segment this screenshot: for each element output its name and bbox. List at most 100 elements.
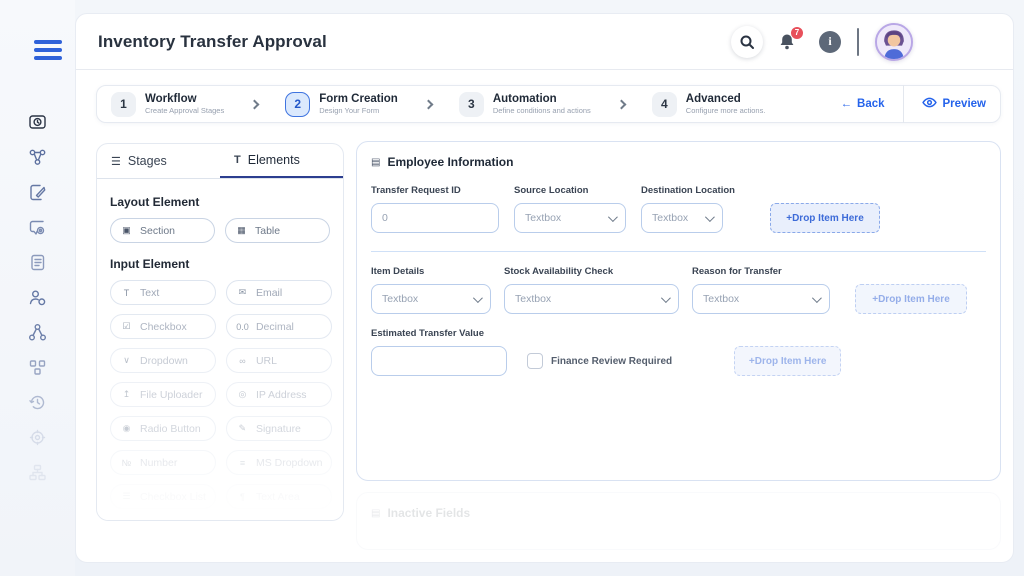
preview-button[interactable]: Preview	[921, 97, 986, 111]
text-area-icon: ¶	[240, 491, 245, 502]
layout-element-heading: Layout Element	[110, 195, 200, 209]
element-chip-ip-address[interactable]: ◎ IP Address	[225, 382, 333, 407]
field-label-item-details: Item Details	[371, 266, 425, 277]
element-chip-faded[interactable]	[225, 518, 333, 520]
multiselect-dropdown-icon: ≡	[239, 457, 246, 468]
org-chart-icon[interactable]	[28, 462, 48, 482]
user-avatar[interactable]	[875, 22, 913, 61]
topbar: Inventory Transfer Approval 7 i	[76, 14, 1013, 70]
step-workflow[interactable]: 1 Workflow Create Approval Stages	[111, 91, 224, 117]
text-icon: T	[123, 287, 130, 298]
section-icon: ▣	[122, 225, 131, 235]
text-type-icon: T	[234, 154, 241, 166]
step-form-creation[interactable]: 2 Form Creation Design Your Form	[285, 91, 398, 117]
modules-icon[interactable]	[28, 357, 48, 377]
element-chip-decimal[interactable]: 0.0 Decimal	[225, 314, 333, 339]
faded-next-section: ▤ Inactive Fields	[356, 492, 1001, 550]
source-location-select[interactable]: Textbox	[514, 203, 626, 233]
section-title: Employee Information	[387, 155, 514, 169]
chevron-down-icon	[704, 211, 715, 222]
element-chip-checkbox[interactable]: ☑ Checkbox	[110, 314, 216, 339]
field-label-transfer-request-id: Transfer Request ID	[371, 185, 461, 196]
tab-elements[interactable]: T Elements	[220, 144, 343, 178]
element-chip-table[interactable]: ▦ Table	[225, 218, 330, 243]
chevron-down-icon	[660, 292, 671, 303]
field-label-reason-for-transfer: Reason for Transfer	[692, 266, 782, 277]
field-label-destination-location: Destination Location	[641, 185, 735, 196]
item-details-select[interactable]: Textbox	[371, 284, 491, 314]
element-palette-panel: ☰ Stages T Elements Layout Element ▣ Sec…	[96, 143, 344, 521]
number-icon: №	[121, 457, 132, 468]
drop-zone[interactable]: +Drop Item Here	[770, 203, 880, 233]
stock-availability-check-select[interactable]: Textbox	[504, 284, 679, 314]
chevron-down-icon	[472, 292, 483, 303]
ip-address-icon: ◎	[238, 389, 247, 399]
notifications-bell-icon[interactable]: 7	[777, 25, 804, 52]
arrow-left-icon: ←	[840, 98, 853, 110]
element-chip-dropdown[interactable]: ∨ Dropdown	[110, 348, 216, 373]
notification-badge: 7	[790, 25, 804, 40]
page-title: Inventory Transfer Approval	[98, 31, 327, 51]
chevron-down-icon	[811, 292, 822, 303]
link-icon: ∞	[239, 355, 246, 366]
step-advanced[interactable]: 4 Advanced Configure more actions.	[651, 91, 765, 117]
eye-icon	[921, 97, 937, 111]
section-header-icon: ▤	[371, 507, 381, 519]
row-divider	[371, 251, 986, 252]
chevron-down-icon	[607, 211, 618, 222]
decimal-icon: 0.0	[236, 321, 249, 332]
form-canvas: ▤ Employee Information Transfer Request …	[356, 141, 1001, 481]
element-chip-file-uploader[interactable]: ↥ File Uploader	[110, 382, 216, 407]
dropdown-icon: ∨	[123, 355, 130, 365]
topbar-divider	[857, 27, 859, 56]
element-chip-text-area[interactable]: ¶ Text Area	[225, 484, 333, 509]
element-chip-radio-button[interactable]: ◉ Radio Button	[110, 416, 216, 441]
dashboard-icon[interactable]	[28, 112, 48, 132]
user-settings-icon[interactable]	[28, 287, 48, 307]
hamburger-menu-icon[interactable]	[34, 40, 62, 64]
finance-review-label: Finance Review Required	[551, 355, 673, 367]
file-upload-icon: ↥	[122, 389, 131, 399]
element-chip-email[interactable]: ✉ Email	[225, 280, 333, 305]
hierarchy-icon[interactable]	[28, 322, 48, 342]
back-button[interactable]: ← Back	[841, 98, 885, 110]
field-label-stock-availability-check: Stock Availability Check	[504, 266, 614, 277]
rail-icon-list	[0, 112, 75, 482]
step-automation[interactable]: 3 Automation Define conditions and actio…	[458, 91, 591, 117]
element-chip-checkbox-list[interactable]: ☰ Checkbox List	[110, 484, 216, 509]
drop-zone[interactable]: +Drop Item Here	[734, 346, 842, 376]
element-chip-number[interactable]: № Number	[110, 450, 216, 475]
stages-list-icon: ☰	[111, 155, 121, 168]
settings-icon[interactable]	[28, 427, 48, 447]
faded-section-title: Inactive Fields	[387, 506, 471, 520]
form-edit-icon[interactable]	[28, 182, 48, 202]
info-icon[interactable]: i	[819, 30, 841, 53]
finance-review-checkbox[interactable]	[527, 353, 543, 369]
section-header-icon: ▤	[371, 156, 381, 168]
estimated-transfer-value-input[interactable]	[371, 346, 507, 376]
drop-zone[interactable]: +Drop Item Here	[855, 284, 967, 314]
element-chip-faded[interactable]	[110, 518, 216, 520]
checkbox-list-icon: ☰	[122, 491, 131, 501]
element-chip-section[interactable]: ▣ Section	[110, 218, 215, 243]
workflow-icon[interactable]	[28, 147, 48, 167]
history-icon[interactable]	[28, 392, 48, 412]
chevron-right-icon	[616, 99, 627, 109]
search-icon[interactable]	[731, 25, 763, 58]
element-chip-ms-dropdown[interactable]: ≡ MS Dropdown	[225, 450, 333, 475]
input-element-heading: Input Element	[110, 257, 190, 271]
chat-settings-icon[interactable]	[28, 217, 48, 237]
chevron-right-icon	[249, 99, 260, 109]
tab-stages[interactable]: ☰ Stages	[97, 144, 220, 178]
email-icon: ✉	[238, 287, 247, 297]
element-chip-url[interactable]: ∞ URL	[225, 348, 333, 373]
element-chip-text[interactable]: T Text	[110, 280, 216, 305]
signature-icon: ✎	[238, 423, 247, 433]
transfer-request-id-input[interactable]	[371, 203, 499, 233]
checkbox-icon: ☑	[122, 321, 131, 331]
destination-location-select[interactable]: Textbox	[641, 203, 723, 233]
palette-tabs: ☰ Stages T Elements	[97, 144, 343, 179]
element-chip-signature[interactable]: ✎ Signature	[225, 416, 333, 441]
reason-for-transfer-select[interactable]: Textbox	[692, 284, 830, 314]
notes-icon[interactable]	[28, 252, 48, 272]
